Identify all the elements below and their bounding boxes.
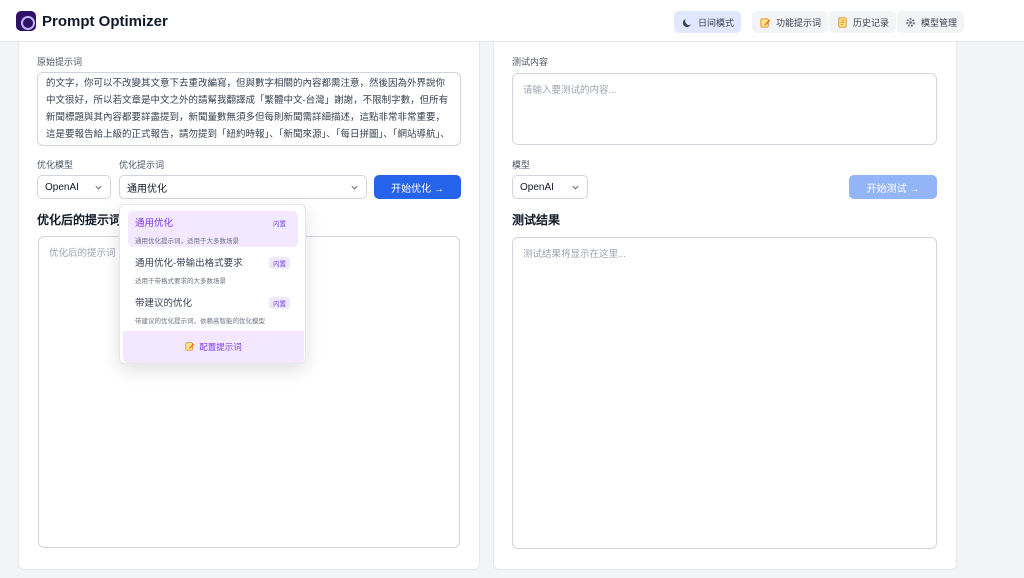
history-icon [836, 16, 848, 28]
template-option-name: 带建议的优化 [135, 298, 193, 309]
optimize-template-value: 通用优化 [127, 183, 167, 195]
history-label: 历史记录 [853, 17, 890, 28]
edit-icon [185, 341, 195, 353]
test-result-placeholder: 测试结果将显示在这里... [523, 249, 626, 260]
optimize-model-label: 优化模型 [37, 160, 74, 170]
builtin-badge: 内置 [269, 217, 290, 229]
original-prompt-textarea[interactable]: 的文字，你可以不改變其文意下去重改編寫，但與數字相關的內容都需注意，然後因為外界… [37, 72, 461, 146]
chevron-down-icon [572, 185, 579, 190]
template-option-format[interactable]: 通用优化-带输出格式要求 适用于带格式要求的大多数场景 内置 [128, 251, 298, 287]
template-dropdown-menu: 通用优化 通用优化提示词，适用于大多数场景 内置 通用优化-带输出格式要求 适用… [119, 204, 306, 364]
top-bar: Prompt Optimizer 日间模式 功能提示词 历史记录 模型管理 [0, 0, 1024, 42]
configure-prompts-label: 配置提示词 [199, 342, 242, 352]
test-model-select[interactable]: OpenAI [512, 175, 588, 199]
builtin-badge: 内置 [269, 297, 290, 309]
history-button[interactable]: 历史记录 [829, 11, 897, 33]
optimize-model-select[interactable]: OpenAI [37, 175, 111, 199]
template-option-desc: 带建议的优化提示词，依赖高智能的优化模型 [135, 318, 265, 325]
optimize-template-select[interactable]: 通用优化 [119, 175, 367, 199]
test-content-label: 测试内容 [512, 57, 549, 67]
optimized-result-title: 优化后的提示词 [37, 213, 122, 227]
test-result-title: 测试结果 [512, 213, 561, 227]
app-title: Prompt Optimizer [42, 13, 168, 30]
chevron-down-icon [95, 185, 102, 190]
edit-icon [759, 16, 771, 28]
start-optimize-button[interactable]: 开始优化 → [374, 175, 461, 199]
gear-icon [904, 16, 916, 28]
chevron-down-icon [351, 185, 358, 190]
test-result-area: 测试结果将显示在这里... [512, 237, 937, 549]
test-content-placeholder: 请输入要测试的内容... [523, 85, 617, 96]
model-manage-button[interactable]: 模型管理 [897, 11, 965, 33]
optimized-result-placeholder: 优化后的提示词 [49, 248, 116, 259]
template-option-name: 通用优化 [135, 218, 174, 229]
builtin-badge: 内置 [269, 257, 290, 269]
optimize-template-label: 优化提示词 [119, 160, 165, 170]
test-model-value: OpenAI [520, 181, 554, 193]
template-option-suggest[interactable]: 带建议的优化 带建议的优化提示词，依赖高智能的优化模型 内置 [128, 291, 298, 327]
template-option-name: 通用优化-带输出格式要求 [135, 258, 243, 269]
original-prompt-label: 原始提示词 [37, 57, 83, 67]
test-model-label: 模型 [512, 160, 531, 170]
theme-toggle-label: 日间模式 [698, 17, 735, 28]
moon-icon [681, 16, 693, 28]
template-option-desc: 通用优化提示词，适用于大多数场景 [135, 238, 239, 245]
model-manage-label: 模型管理 [921, 17, 958, 28]
template-option-desc: 适用于带格式要求的大多数场景 [135, 278, 226, 285]
feature-prompts-button[interactable]: 功能提示词 [752, 11, 829, 33]
configure-prompts-button[interactable]: 配置提示词 [123, 331, 304, 363]
theme-toggle-button[interactable]: 日间模式 [674, 11, 742, 33]
feature-prompts-label: 功能提示词 [776, 17, 822, 28]
app-logo-icon [16, 11, 36, 31]
test-content-textarea[interactable]: 请输入要测试的内容... [512, 73, 937, 145]
optimize-model-value: OpenAI [45, 181, 79, 193]
template-option-general[interactable]: 通用优化 通用优化提示词，适用于大多数场景 内置 [128, 211, 298, 247]
start-test-button[interactable]: 开始测试 → [849, 175, 937, 199]
